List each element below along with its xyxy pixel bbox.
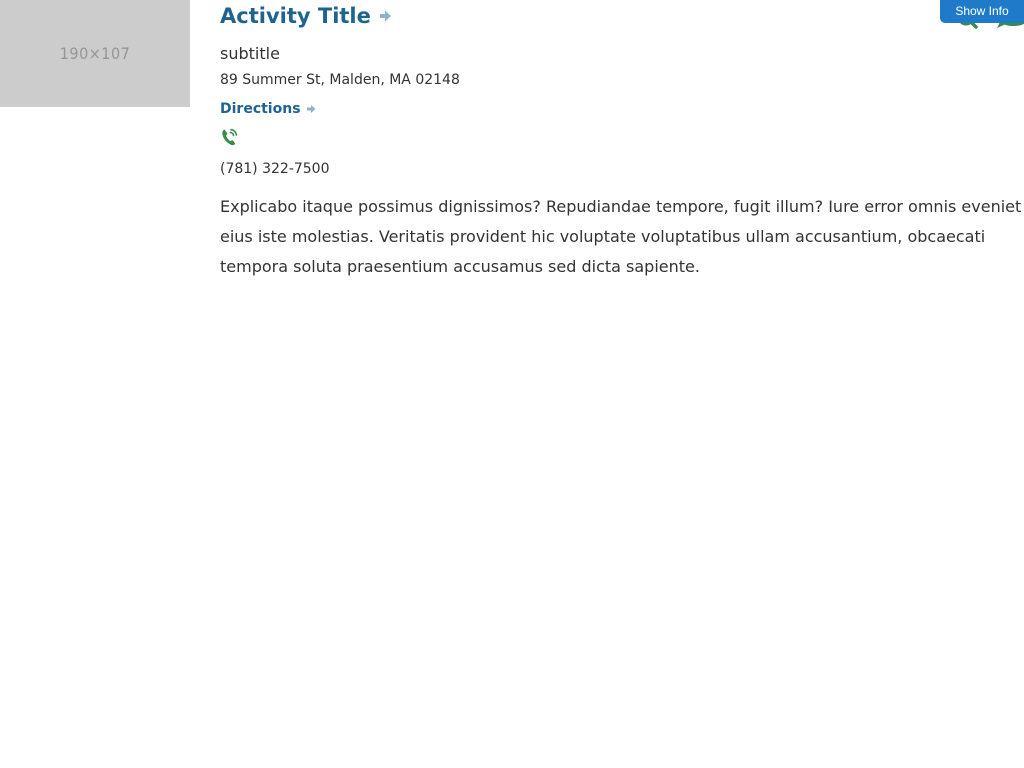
show-info-button[interactable]: Show Info (940, 0, 1024, 23)
arrow-right-icon (306, 105, 316, 113)
activity-thumbnail: 190×107 (0, 0, 190, 107)
activity-address: 89 Summer St, Malden, MA 02148 (220, 72, 460, 88)
activity-title-link[interactable]: Activity Title (220, 3, 392, 29)
directions-label[interactable]: Directions (220, 100, 301, 118)
activity-phone: (781) 322-7500 (220, 161, 330, 177)
phone-icon (222, 128, 238, 146)
directions-link[interactable]: Directions (220, 100, 316, 118)
arrow-right-icon (379, 10, 391, 22)
thumbnail-size-label: 190×107 (59, 44, 131, 63)
activity-description: Explicabo itaque possimus dignissimos? R… (220, 197, 1022, 276)
activity-title[interactable]: Activity Title (220, 3, 371, 29)
activity-subtitle: subtitle (220, 44, 280, 63)
page: 190×107 Activity Title subtitle 89 Summe… (0, 0, 1024, 768)
